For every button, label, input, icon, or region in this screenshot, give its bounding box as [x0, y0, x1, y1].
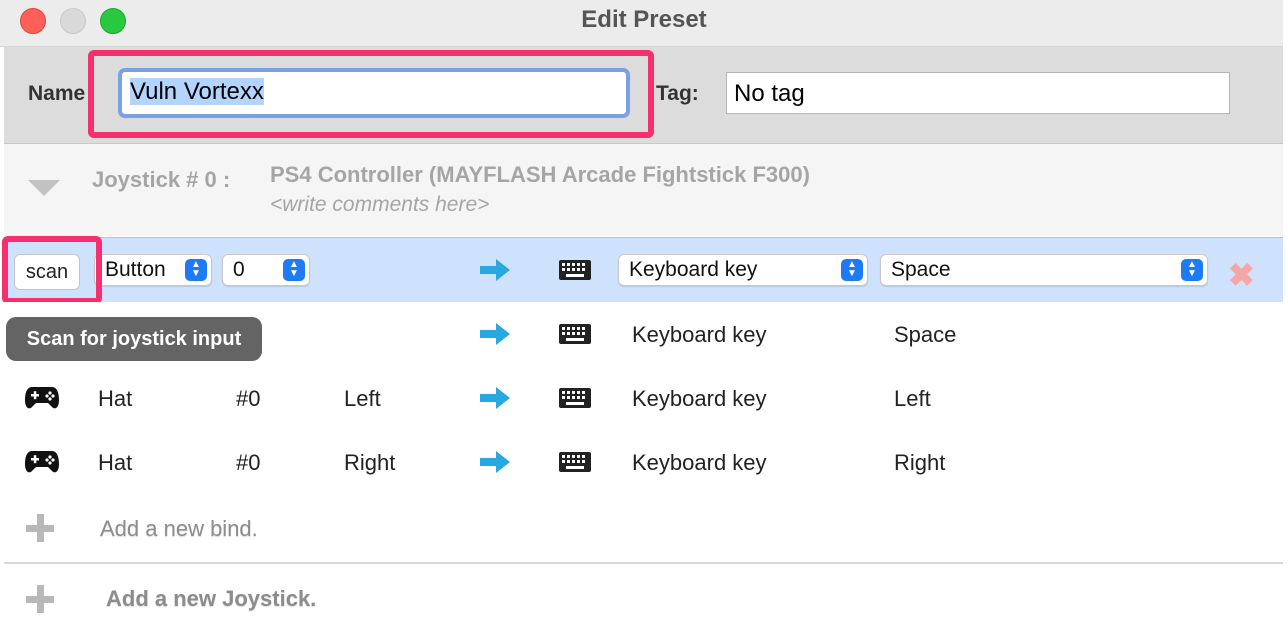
scan-button[interactable]: scan [14, 254, 80, 290]
output-type-value: Keyboard key [629, 258, 758, 281]
add-bind-label: Add a new bind. [100, 516, 258, 541]
name-label: Name [28, 82, 86, 105]
chevron-updown-icon: ▲ ▼ [1181, 259, 1203, 281]
add-joystick-row[interactable]: Add a new Joystick. [4, 563, 1284, 618]
direction-label: Left [344, 386, 381, 411]
output-type-label: Keyboard key [632, 322, 767, 347]
input-index-value: 0 [233, 258, 245, 281]
keyboard-icon [559, 388, 591, 408]
right-arrow-icon [480, 451, 510, 473]
add-joystick-label: Add a new Joystick. [106, 586, 317, 611]
output-type-select[interactable]: Keyboard key ▲ ▼ [618, 254, 868, 286]
tag-input[interactable]: No tag [726, 72, 1230, 114]
disclosure-triangle-icon[interactable] [28, 180, 60, 196]
name-input-value: Vuln Vortexx [130, 78, 264, 105]
input-index-select[interactable]: 0 ▲ ▼ [222, 254, 310, 286]
scan-tooltip: Scan for joystick input [6, 317, 262, 361]
output-key-label: Right [894, 450, 946, 475]
edit-preset-window: Edit Preset Name Vuln Vortexx Tag: No ta… [0, 0, 1288, 618]
output-key-value: Space [891, 258, 951, 281]
chevron-updown-icon: ▲ ▼ [841, 259, 863, 281]
plus-icon [26, 585, 54, 613]
output-key-label: Space [894, 322, 957, 347]
keyboard-icon [559, 452, 591, 472]
output-key-select[interactable]: Space ▲ ▼ [880, 254, 1208, 286]
input-type-label: Hat [98, 450, 133, 475]
tag-label: Tag: [656, 82, 699, 105]
chevron-updown-icon: ▲ ▼ [283, 259, 305, 281]
gamepad-icon [25, 387, 59, 409]
bind-row[interactable]: Button ▲ ▼ 0 ▲ ▼ Keyboard key ▲ ▼ Space ▲ ▼ [4, 237, 1284, 303]
direction-label: Right [344, 450, 396, 475]
keyboard-icon [559, 324, 591, 344]
output-key-label: Left [894, 386, 931, 411]
window-title: Edit Preset [581, 6, 707, 33]
bind-row[interactable]: Hat #0 Right Keyboard key Right [4, 430, 1284, 495]
add-bind-row[interactable]: Add a new bind. [4, 494, 1284, 563]
joystick-device-name: PS4 Controller (MAYFLASH Arcade Fightsti… [270, 162, 810, 187]
input-index-label: #0 [236, 450, 261, 475]
name-input[interactable]: Vuln Vortexx [118, 68, 630, 118]
output-type-label: Keyboard key [632, 450, 767, 475]
right-arrow-icon [480, 387, 510, 409]
gamepad-icon [25, 451, 59, 473]
right-arrow-icon [480, 323, 510, 345]
plus-icon [26, 514, 54, 542]
input-type-value: Button [105, 258, 166, 281]
window-edge [1283, 0, 1288, 618]
chevron-updown-icon: ▲ ▼ [185, 259, 207, 281]
right-arrow-icon [480, 259, 510, 281]
title-bar: Edit Preset [0, 0, 1288, 47]
joystick-number: Joystick # 0 : [92, 167, 231, 192]
joystick-comment-field[interactable]: <write comments here> [270, 193, 489, 217]
input-index-label: #0 [236, 386, 261, 411]
delete-icon[interactable]: ✖ [1228, 256, 1255, 294]
keyboard-icon [559, 260, 591, 280]
input-type-select[interactable]: Button ▲ ▼ [94, 254, 212, 286]
input-type-label: Hat [98, 386, 133, 411]
bind-row[interactable]: Hat #0 Left Keyboard key Left [4, 366, 1284, 431]
output-type-label: Keyboard key [632, 386, 767, 411]
